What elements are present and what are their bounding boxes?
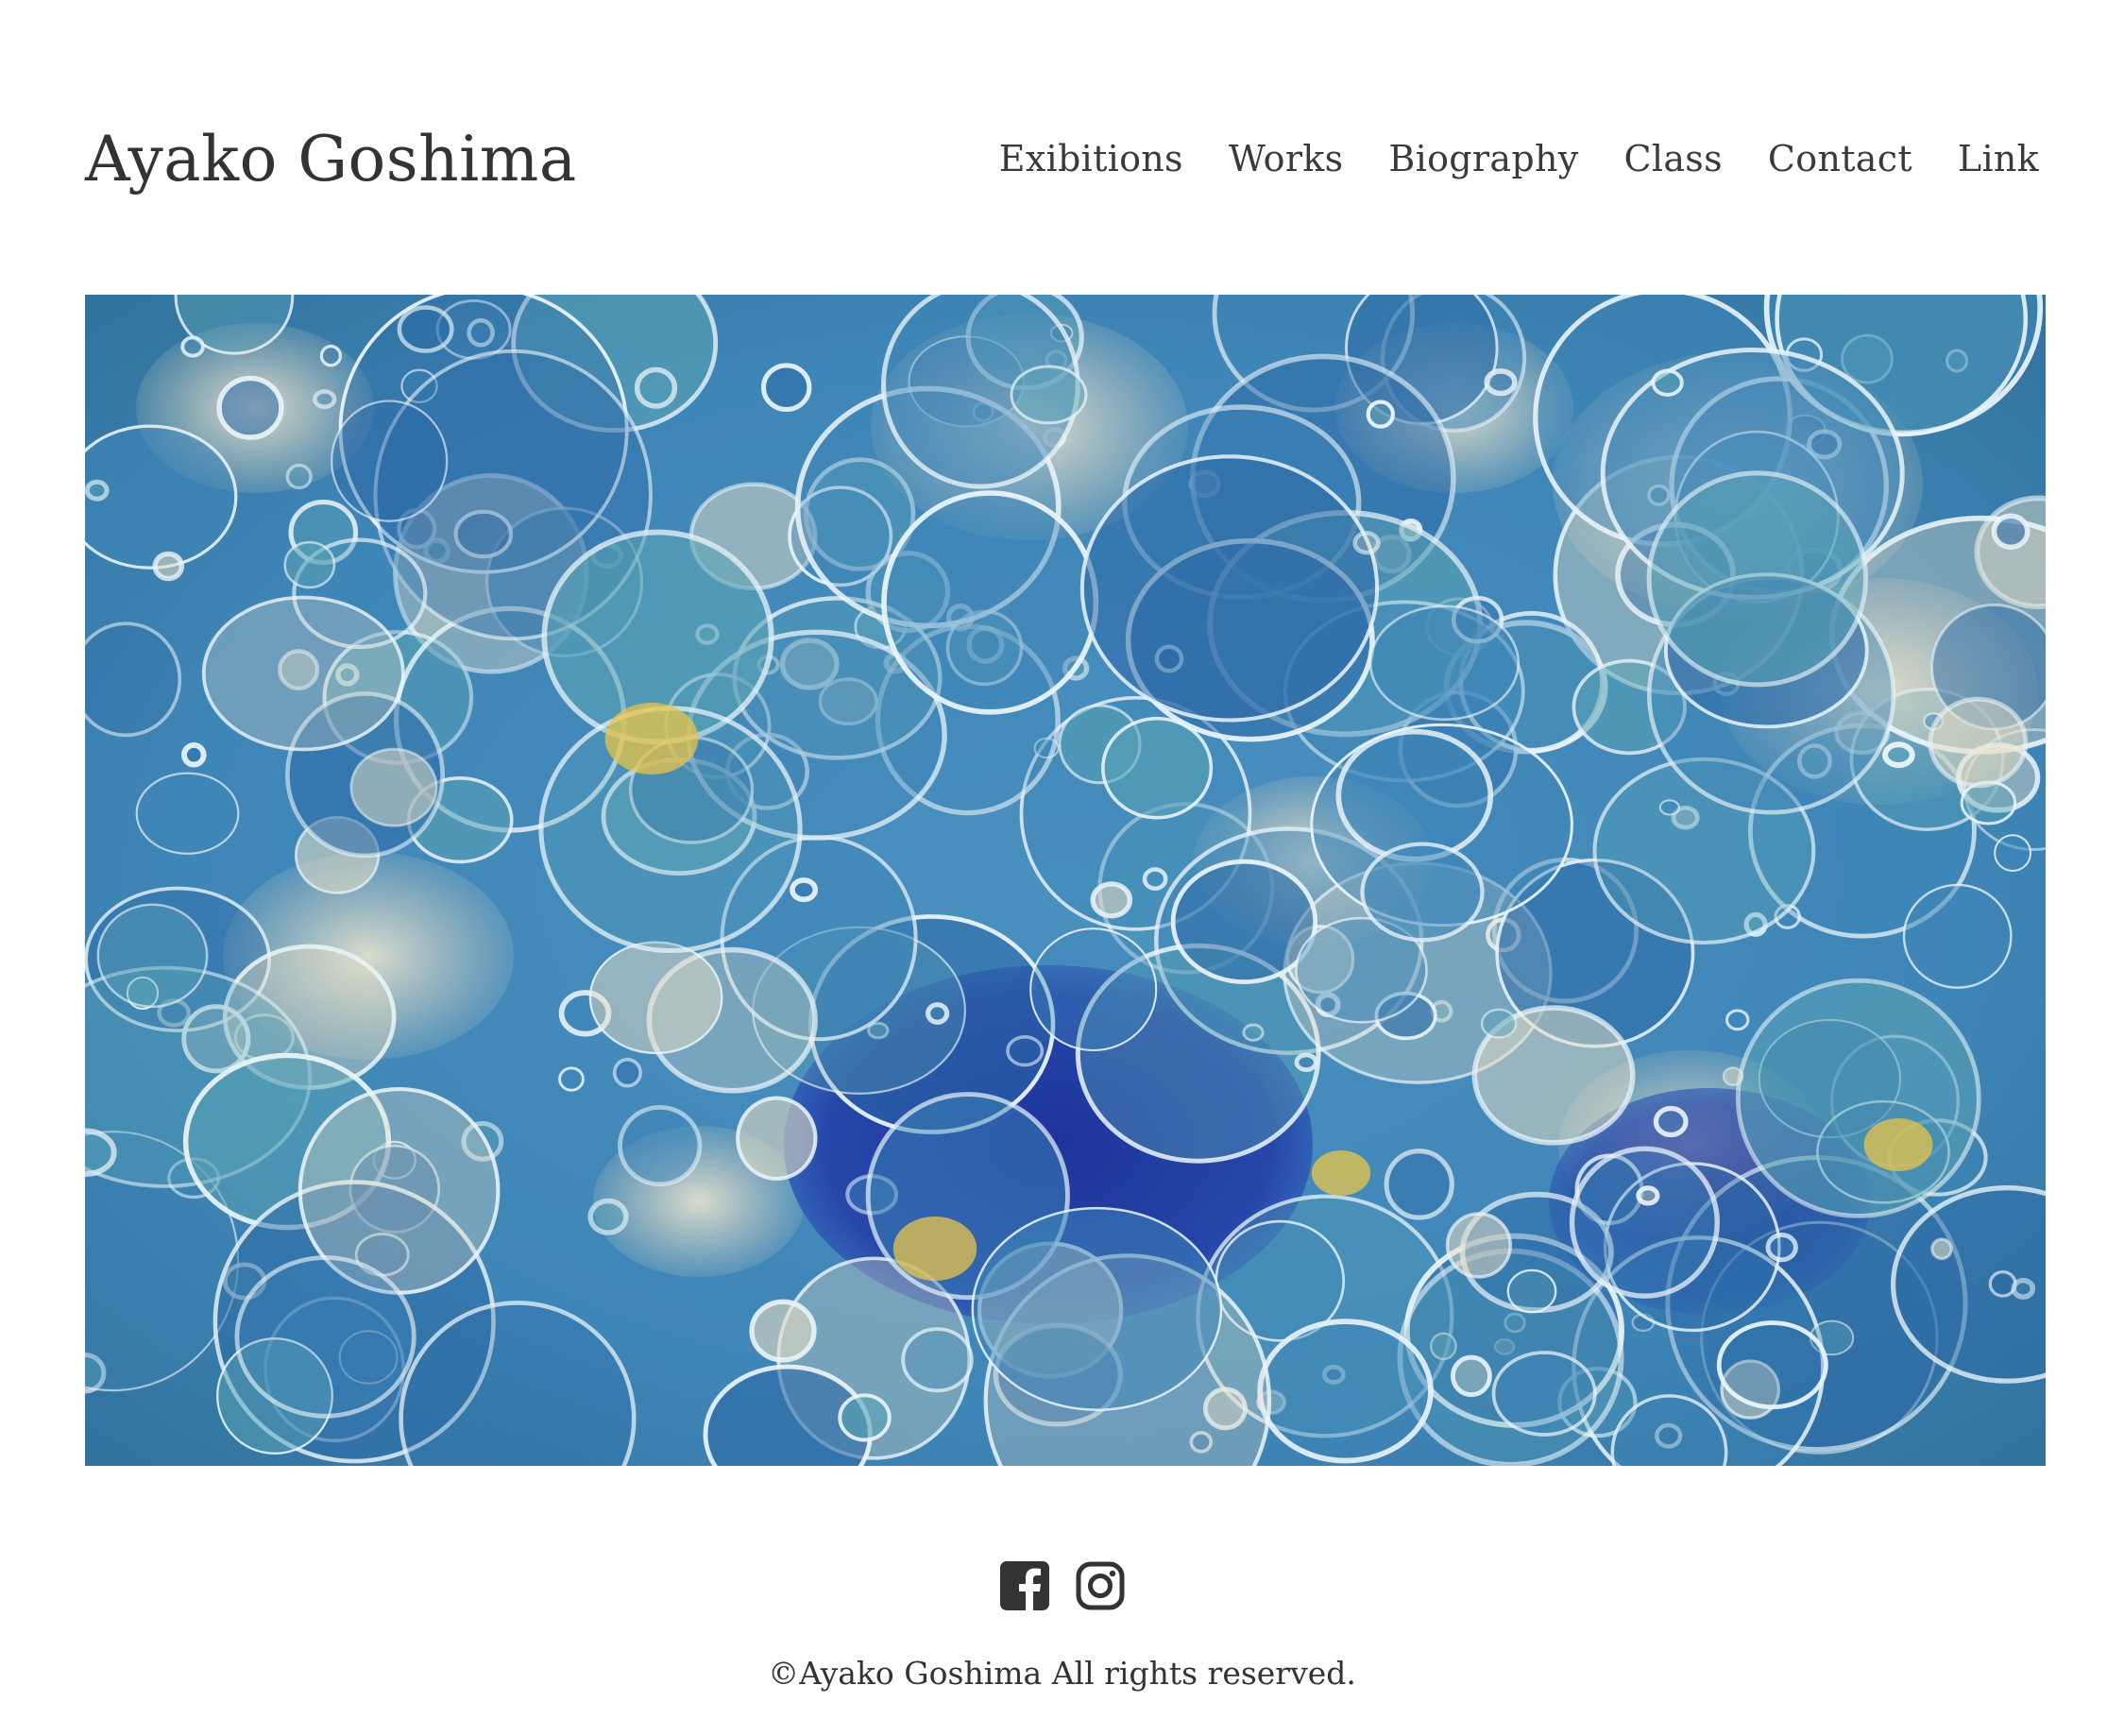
- nav-item-link[interactable]: Link: [1958, 138, 2039, 179]
- nav-item-contact[interactable]: Contact: [1768, 138, 1912, 179]
- copyright-text: ©Ayako Goshima All rights reserved.: [768, 1655, 1356, 1692]
- main-nav: Exibitions Works Biography Class Contact…: [999, 138, 2039, 179]
- site-title[interactable]: Ayako Goshima: [85, 123, 577, 196]
- painting-image: [85, 295, 2046, 1466]
- instagram-icon[interactable]: [1075, 1560, 1126, 1611]
- social-links: [0, 1560, 2124, 1611]
- facebook-icon[interactable]: [999, 1560, 1050, 1611]
- hero-painting-image: [85, 295, 2046, 1466]
- nav-item-class[interactable]: Class: [1624, 138, 1723, 179]
- nav-item-works[interactable]: Works: [1229, 138, 1344, 179]
- nav-item-exibitions[interactable]: Exibitions: [999, 138, 1183, 179]
- nav-item-biography[interactable]: Biography: [1388, 138, 1578, 179]
- site-header: Ayako Goshima Exibitions Works Biography…: [85, 111, 2039, 206]
